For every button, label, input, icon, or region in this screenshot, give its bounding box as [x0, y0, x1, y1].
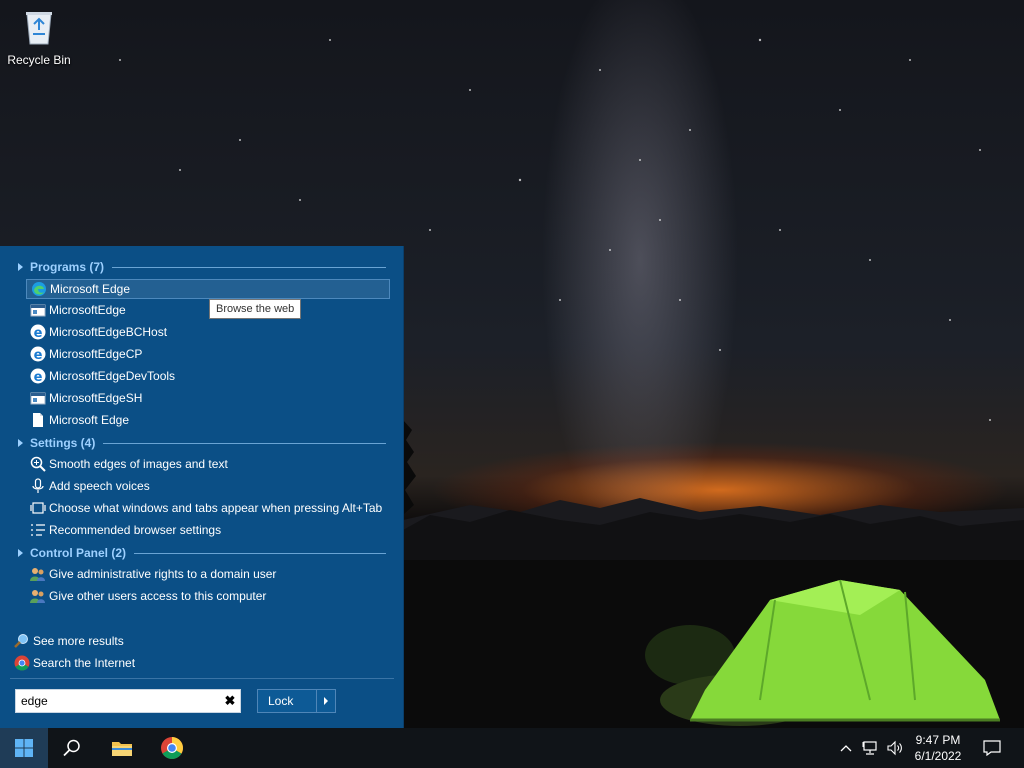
result-label: Recommended browser settings [49, 523, 222, 537]
recycle-bin-label: Recycle Bin [7, 53, 71, 67]
edge-legacy-icon: e [30, 346, 46, 362]
show-hidden-icons-button[interactable] [838, 728, 854, 768]
group-title: Settings (4) [30, 436, 96, 450]
result-microsoftedgecp[interactable]: e MicrosoftEdgeCP [26, 344, 390, 364]
edge-icon [31, 281, 47, 297]
app-window-icon [30, 302, 46, 318]
result-microsoft-edge[interactable]: Microsoft Edge [26, 279, 390, 299]
search-button[interactable] [48, 728, 96, 768]
document-icon [30, 412, 46, 428]
search-internet-link[interactable]: Search the Internet [14, 653, 135, 673]
action-center-button[interactable] [980, 728, 1004, 768]
lock-label: Lock [268, 694, 294, 708]
result-label: Add speech voices [49, 479, 150, 493]
result-label: MicrosoftEdgeDevTools [49, 369, 176, 383]
search-internet-label: Search the Internet [33, 656, 136, 670]
result-label: MicrosoftEdge [49, 303, 126, 317]
clock[interactable]: 9:47 PM 6/1/2022 [906, 732, 970, 764]
search-input[interactable] [16, 690, 220, 712]
divider [10, 678, 394, 679]
result-label: MicrosoftEdgeCP [49, 347, 143, 361]
svg-text:e: e [34, 348, 43, 362]
network-button[interactable] [860, 728, 882, 768]
users-icon [30, 588, 46, 604]
result-label: Microsoft Edge [50, 282, 131, 296]
lock-button[interactable]: Lock [257, 689, 336, 713]
result-alt-tab-settings[interactable]: Choose what windows and tabs appear when… [26, 498, 390, 518]
chevron-right-icon [324, 697, 328, 705]
recycle-bin-icon [26, 12, 52, 45]
power-options-arrow-button[interactable] [316, 690, 335, 712]
chrome-taskbar-button[interactable] [148, 728, 196, 768]
result-microsoftedgedevtools[interactable]: e MicrosoftEdgeDevTools [26, 366, 390, 386]
tooltip: Browse the web [209, 299, 302, 319]
group-header-settings[interactable]: Settings (4) [14, 434, 386, 452]
start-menu: Programs (7) Microsoft Edge MicrosoftEdg… [0, 246, 403, 728]
divider [103, 442, 386, 444]
volume-button[interactable] [884, 728, 906, 768]
result-label: MicrosoftEdgeBCHost [49, 325, 168, 339]
result-label: Choose what windows and tabs appear when… [49, 501, 383, 515]
chevron-up-icon [840, 745, 852, 752]
taskbar: 9:47 PM 6/1/2022 [0, 728, 1024, 768]
group-header-programs[interactable]: Programs (7) [14, 258, 386, 276]
recycle-bin-shortcut[interactable]: Recycle Bin [6, 6, 72, 67]
result-label: Smooth edges of images and text [49, 457, 228, 471]
svg-text:e: e [34, 326, 43, 340]
users-icon [30, 566, 46, 582]
svg-text:e: e [34, 370, 43, 384]
result-label: Give other users access to this computer [49, 589, 267, 603]
list-settings-icon [30, 522, 46, 538]
result-microsoftedgebchost[interactable]: e MicrosoftEdgeBCHost [26, 322, 390, 342]
search-box[interactable]: ✖ [15, 689, 241, 713]
clear-search-button[interactable]: ✖ [220, 693, 240, 709]
result-microsoftedgesh[interactable]: MicrosoftEdgeSH [26, 388, 390, 408]
result-microsoft-edge-file[interactable]: Microsoft Edge [26, 410, 390, 430]
multitasking-icon [30, 500, 46, 516]
result-add-speech-voices[interactable]: Add speech voices [26, 476, 390, 496]
result-label: Microsoft Edge [49, 413, 130, 427]
expand-triangle-icon [18, 439, 23, 447]
notification-icon [983, 740, 1001, 756]
app-window-icon [30, 390, 46, 406]
chrome-icon [14, 655, 30, 671]
group-title: Control Panel (2) [30, 546, 127, 560]
search-icon [14, 633, 30, 649]
result-smooth-edges[interactable]: Smooth edges of images and text [26, 454, 390, 474]
start-button[interactable] [0, 728, 48, 768]
edge-legacy-icon: e [30, 324, 46, 340]
result-label: MicrosoftEdgeSH [49, 391, 143, 405]
result-admin-rights[interactable]: Give administrative rights to a domain u… [26, 564, 390, 584]
result-browser-settings[interactable]: Recommended browser settings [26, 520, 390, 540]
file-explorer-button[interactable] [98, 728, 146, 768]
clock-date: 6/1/2022 [914, 749, 962, 763]
see-more-results-link[interactable]: See more results [14, 631, 124, 651]
see-more-results-label: See more results [33, 634, 124, 648]
folder-icon [112, 742, 132, 756]
expand-triangle-icon [18, 263, 23, 271]
group-header-control-panel[interactable]: Control Panel (2) [14, 544, 386, 562]
edge-legacy-icon: e [30, 368, 46, 384]
group-title: Programs (7) [30, 260, 105, 274]
clock-time: 9:47 PM [915, 733, 961, 747]
network-icon [862, 741, 877, 755]
result-label: Give administrative rights to a domain u… [49, 567, 277, 581]
expand-triangle-icon [18, 549, 23, 557]
magnifier-icon [30, 456, 46, 472]
divider [134, 552, 386, 554]
windows-logo-icon [15, 739, 33, 757]
search-icon [63, 739, 80, 757]
divider [112, 266, 386, 268]
result-microsoftedge[interactable]: MicrosoftEdge [26, 300, 390, 320]
result-give-access[interactable]: Give other users access to this computer [26, 586, 390, 606]
microphone-icon [30, 478, 46, 494]
speaker-icon [887, 740, 902, 756]
chrome-icon [161, 737, 183, 759]
